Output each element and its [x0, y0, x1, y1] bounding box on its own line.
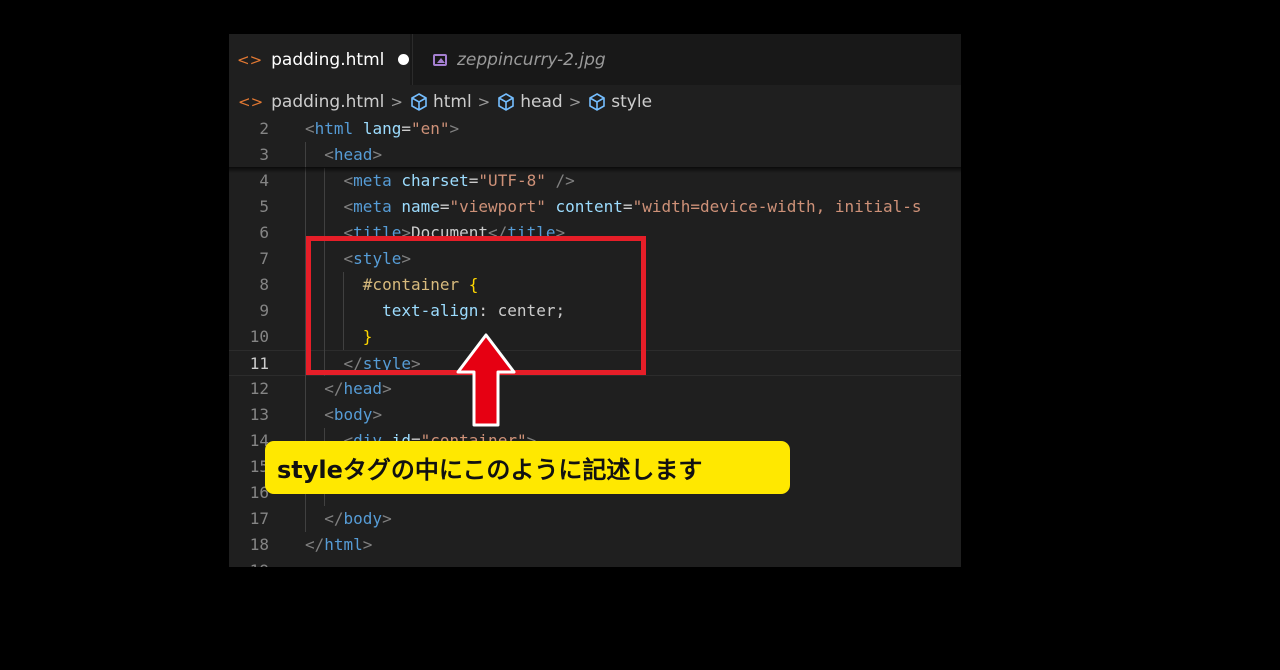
code-token: < [305, 119, 315, 138]
code-token: = [468, 171, 479, 190]
chevron-right-icon: > [568, 93, 582, 111]
code-token: head [343, 379, 383, 398]
code-token: /> [555, 171, 575, 190]
annotation-callout: styleタグの中にこのように記述します [265, 441, 790, 494]
code-token: = [439, 197, 450, 216]
code-text: <meta name="viewport" content="width=dev… [305, 194, 922, 220]
cube-icon [589, 93, 606, 111]
line-number: 9 [259, 301, 269, 320]
unsaved-dot-icon[interactable] [398, 54, 410, 65]
breadcrumb: <> padding.html > html > head > style [229, 85, 961, 119]
line-number: 13 [249, 405, 269, 424]
code-text: <html lang="en"> [305, 116, 459, 142]
line-number: 11 [249, 354, 269, 373]
line-number: 15 [249, 457, 269, 476]
code-text: </html> [305, 532, 372, 558]
code-token: "width=device-width, initial-s [632, 197, 922, 216]
code-token: body [343, 509, 383, 528]
code-text: </body> [305, 506, 392, 532]
code-line[interactable]: 19 [229, 558, 961, 567]
breadcrumb-item-file[interactable]: padding.html [271, 92, 384, 112]
line-number: 3 [259, 145, 269, 164]
code-line[interactable]: 12 </head> [229, 376, 961, 402]
breadcrumb-item-style[interactable]: style [611, 92, 652, 112]
cube-icon [411, 93, 427, 111]
code-token: < [324, 145, 334, 164]
code-token: "viewport" [449, 197, 546, 216]
code-token: > [449, 119, 460, 138]
code-token: > [372, 405, 383, 424]
chevron-right-icon: > [477, 93, 491, 111]
code-token: meta [353, 171, 392, 190]
line-number: 17 [249, 509, 269, 528]
code-text: </head> [305, 376, 392, 402]
code-token: < [343, 171, 354, 190]
html-file-icon: <> [238, 93, 264, 111]
line-number: 14 [249, 431, 269, 450]
code-token: head [333, 145, 373, 164]
tab-label: padding.html [271, 49, 385, 70]
code-token: </ [324, 379, 344, 398]
code-token: = [401, 119, 411, 138]
code-text: <head> [305, 142, 382, 168]
code-token: meta [353, 197, 392, 216]
line-number: 19 [229, 558, 269, 567]
cube-icon [498, 93, 515, 111]
image-file-icon [433, 53, 447, 66]
line-number: 12 [249, 379, 269, 398]
line-number: 6 [259, 223, 269, 242]
line-number: 10 [249, 327, 269, 346]
line-number: 2 [259, 119, 269, 138]
tab-padding-html[interactable]: <> padding.html [229, 34, 410, 85]
tab-zeppincurry-jpg[interactable]: zeppincurry-2.jpg [412, 34, 654, 85]
line-number: 16 [249, 483, 269, 502]
sticky-scroll-shadow [229, 167, 961, 173]
code-line[interactable]: 13 <body> [229, 402, 961, 428]
code-token: < [343, 197, 354, 216]
tab-bar: <> padding.html zeppincurry-2.jpg [229, 34, 961, 85]
code-line[interactable]: 3 <head> [229, 142, 961, 168]
code-token: "en" [410, 119, 450, 138]
code-token: html [324, 535, 363, 554]
code-token: name [401, 197, 440, 216]
chevron-right-icon: > [390, 93, 403, 111]
code-line[interactable]: 2 <html lang="en"> [229, 116, 961, 142]
line-number: 5 [259, 197, 269, 216]
code-token: > [382, 509, 392, 528]
code-text: <body> [305, 402, 382, 428]
code-token: < [324, 405, 334, 424]
breadcrumb-item-html[interactable]: html [433, 92, 472, 112]
code-token: </ [305, 535, 325, 554]
code-token: "UTF-8" [478, 171, 546, 190]
tab-label: zeppincurry-2.jpg [457, 49, 606, 70]
code-token: lang [362, 119, 402, 138]
code-line[interactable]: 18 </html> [229, 532, 961, 558]
line-number: 7 [259, 249, 269, 268]
code-token: charset [401, 171, 469, 190]
breadcrumb-item-head[interactable]: head [520, 92, 562, 112]
code-token: > [362, 535, 373, 554]
code-token: html [314, 119, 354, 138]
code-token: body [333, 405, 373, 424]
code-token: </ [324, 509, 344, 528]
line-number: 18 [249, 535, 269, 554]
callout-text: styleタグの中にこのように記述します [277, 456, 703, 484]
code-line[interactable]: 17 </body> [229, 506, 961, 532]
code-token: content [555, 197, 623, 216]
arrow-up-icon [456, 333, 516, 427]
code-line[interactable]: 5 <meta name="viewport" content="width=d… [229, 194, 961, 220]
html-file-icon: <> [237, 50, 263, 69]
code-token: > [382, 379, 392, 398]
code-token: = [622, 197, 633, 216]
code-token: > [372, 145, 383, 164]
line-number: 8 [259, 275, 269, 294]
